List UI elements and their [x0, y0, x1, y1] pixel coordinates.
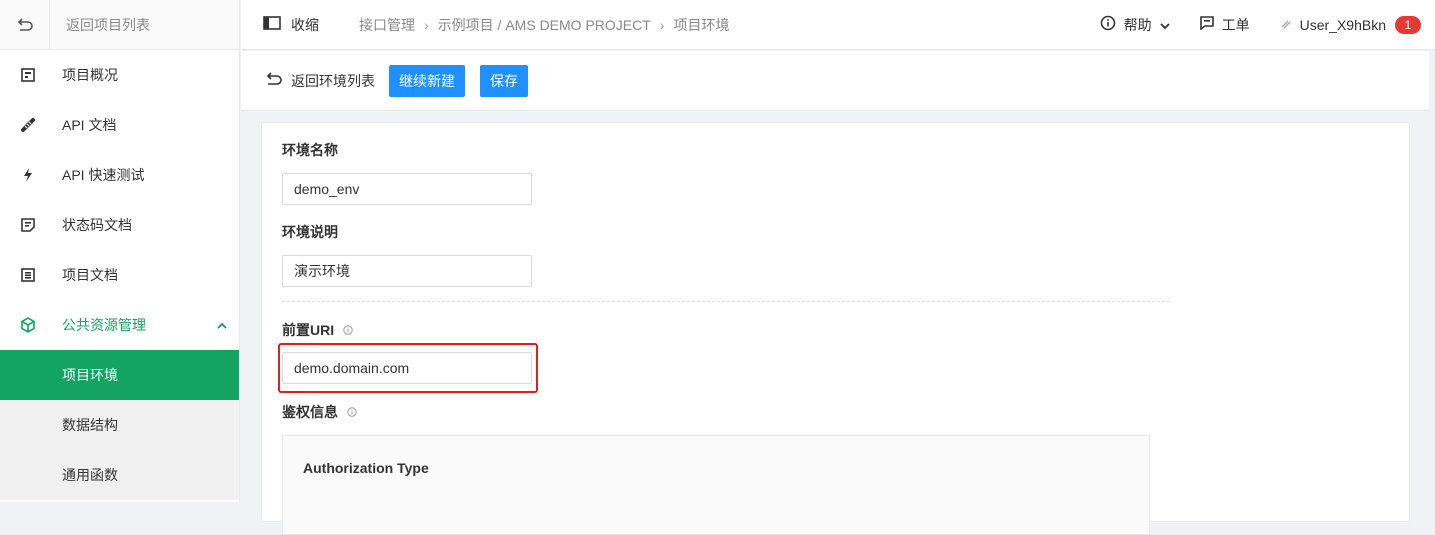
auth-info-label-text: 鉴权信息: [282, 404, 338, 420]
auth-type-title: Authorization Type: [303, 460, 429, 476]
prefix-uri-label-text: 前置URI: [282, 322, 335, 338]
section-divider: [282, 301, 1170, 302]
action-toolbar: 返回环境列表 继续新建 保存: [241, 51, 1429, 111]
chevron-right-icon: ›: [659, 16, 665, 33]
sidebar-subitem-data-structure[interactable]: 数据结构: [0, 400, 239, 450]
sidebar-subitem-project-env[interactable]: 项目环境: [0, 350, 239, 400]
sidebar-toggle-icon: [263, 16, 281, 33]
ticket-link[interactable]: 工单: [1199, 15, 1250, 35]
sidebar-item-api-quick-test[interactable]: API 快速测试: [0, 150, 239, 200]
top-bar: 收缩 接口管理 › 示例项目 / AMS DEMO PROJECT › 项目环境…: [241, 0, 1435, 50]
auth-info-label: 鉴权信息: [282, 402, 357, 422]
breadcrumb: 接口管理 › 示例项目 / AMS DEMO PROJECT › 项目环境: [359, 15, 729, 35]
chevron-up-icon[interactable]: [217, 317, 227, 333]
cube-icon: [20, 317, 36, 333]
chevron-down-icon: [1159, 17, 1170, 33]
sidebar-item-label: 项目概况: [62, 67, 118, 83]
document-icon: [20, 267, 36, 283]
ticket-icon: [1199, 16, 1214, 33]
sidebar-group-public-resources[interactable]: 公共资源管理: [0, 300, 239, 350]
info-icon[interactable]: [343, 325, 353, 335]
top-right-actions: 帮助 工单 User_X9hBkn 1: [1070, 15, 1435, 35]
user-menu[interactable]: User_X9hBkn 1: [1280, 15, 1421, 34]
sidebar-item-label: API 文档: [62, 117, 117, 133]
sidebar-item-status-doc[interactable]: 状态码文档: [0, 200, 239, 250]
return-icon: [265, 72, 283, 89]
env-desc-input[interactable]: [282, 255, 532, 287]
auth-section: Authorization Type: [282, 435, 1150, 535]
sidebar-item-label: API 快速测试: [62, 167, 145, 183]
sidebar-item-project-doc[interactable]: 项目文档: [0, 250, 239, 300]
ticket-label: 工单: [1221, 16, 1250, 33]
back-to-projects-label[interactable]: 返回项目列表: [50, 15, 150, 35]
breadcrumb-current: 项目环境: [673, 16, 730, 33]
info-circle-icon: [1100, 15, 1116, 34]
sidebar-group-label: 公共资源管理: [62, 317, 146, 333]
collapse-label: 收缩: [291, 16, 319, 33]
sidebar-item-overview[interactable]: 项目概况: [0, 50, 239, 100]
collapse-button[interactable]: 收缩: [241, 15, 319, 35]
env-form-card: 环境名称 环境说明 前置URI 鉴权信息 Authorization Type: [261, 122, 1410, 535]
env-name-label: 环境名称: [282, 140, 338, 160]
scrollbar-track[interactable]: [1429, 51, 1435, 502]
env-desc-label: 环境说明: [282, 222, 338, 242]
chevron-right-icon: ›: [424, 16, 429, 33]
breadcrumb-item[interactable]: 接口管理: [359, 15, 415, 35]
lightning-icon: [20, 167, 36, 183]
dashboard-icon: [20, 67, 36, 83]
back-to-env-list-button[interactable]: 返回环境列表: [265, 71, 375, 91]
help-menu[interactable]: 帮助: [1100, 15, 1170, 35]
env-desc-label-text: 环境说明: [282, 224, 338, 240]
back-to-projects-row[interactable]: 返回项目列表: [0, 0, 239, 50]
env-name-label-text: 环境名称: [282, 142, 338, 158]
sidebar-item-label: 状态码文档: [62, 217, 132, 233]
save-button[interactable]: 保存: [480, 64, 528, 97]
sidebar: 返回项目列表 项目概况 API 文档 API 快速测试 状态码文档 项目文档 公…: [0, 0, 240, 502]
status-doc-icon: [20, 217, 36, 233]
user-name: User_X9hBkn: [1299, 16, 1386, 33]
back-to-env-list-label: 返回环境列表: [291, 72, 375, 89]
return-icon[interactable]: [0, 0, 50, 50]
sidebar-item-api-doc[interactable]: API 文档: [0, 100, 239, 150]
breadcrumb-item[interactable]: 示例项目 / AMS DEMO PROJECT: [438, 15, 651, 35]
user-avatar-icon: [1280, 17, 1292, 33]
help-label: 帮助: [1123, 16, 1152, 33]
sidebar-item-label: 项目文档: [62, 267, 118, 283]
env-name-input[interactable]: [282, 173, 532, 205]
sidebar-subitem-common-functions[interactable]: 通用函数: [0, 450, 239, 500]
info-icon[interactable]: [347, 407, 357, 417]
api-doc-icon: [20, 117, 36, 133]
continue-new-button[interactable]: 继续新建: [389, 64, 465, 97]
notification-badge[interactable]: 1: [1395, 15, 1421, 34]
prefix-uri-label: 前置URI: [282, 320, 353, 340]
prefix-uri-input[interactable]: [282, 352, 532, 384]
